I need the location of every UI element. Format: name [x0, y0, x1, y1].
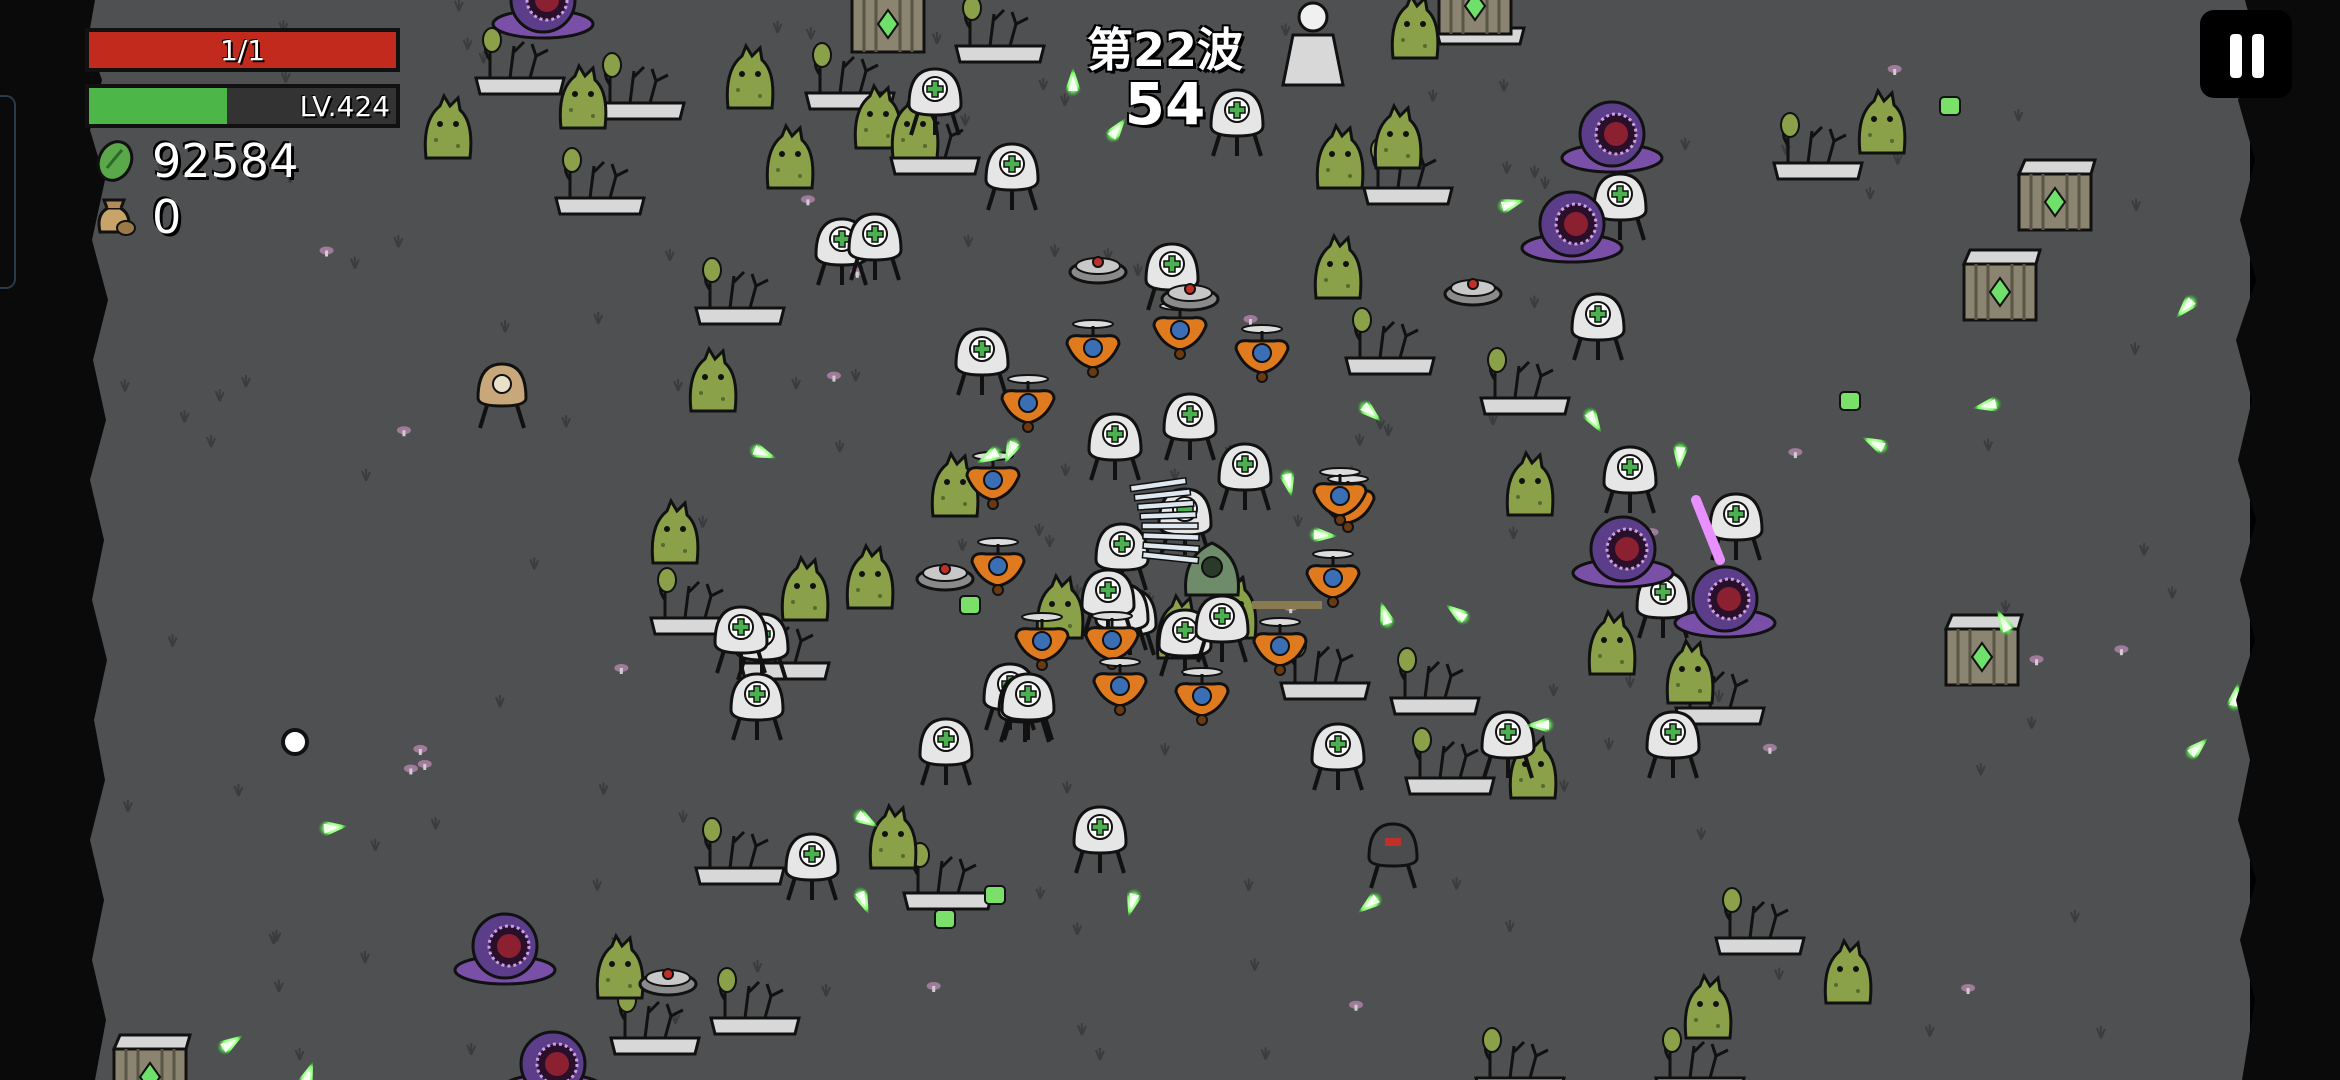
health-bar: 1/1: [85, 28, 400, 72]
money-bag-icon: [97, 198, 136, 236]
white-orb-icon: [281, 728, 309, 756]
material-drop-icon: [1939, 96, 1961, 116]
game-stage: 1/1 LV.424 92584 0 第22波 54: [0, 0, 2340, 1080]
game-world: [0, 0, 2340, 1080]
green-material-icon: [96, 140, 134, 182]
pause-icon: [2230, 34, 2242, 78]
level-bar: LV.424: [85, 84, 400, 128]
pause-button[interactable]: [2200, 10, 2292, 98]
level-text: LV.424: [299, 89, 390, 123]
crate-icon: [111, 1033, 192, 1080]
material-drop-icon: [934, 909, 956, 929]
material-drop-icon: [984, 885, 1006, 905]
side-tab[interactable]: [0, 95, 16, 289]
bag-count: 0: [152, 190, 182, 244]
pause-icon-bar: [2252, 34, 2264, 78]
health-text: 1/1: [219, 33, 266, 67]
right-border: [2236, 0, 2340, 1080]
material-drop-icon: [1839, 391, 1861, 411]
wave-timer: 54: [1124, 70, 1206, 138]
crate-icon: [1437, 0, 1513, 36]
material-drop-icon: [959, 595, 981, 615]
crate-icon: [1961, 248, 2042, 322]
materials-count: 92584: [152, 134, 299, 188]
crate-icon: [2016, 158, 2097, 232]
crate-icon: [850, 0, 926, 54]
